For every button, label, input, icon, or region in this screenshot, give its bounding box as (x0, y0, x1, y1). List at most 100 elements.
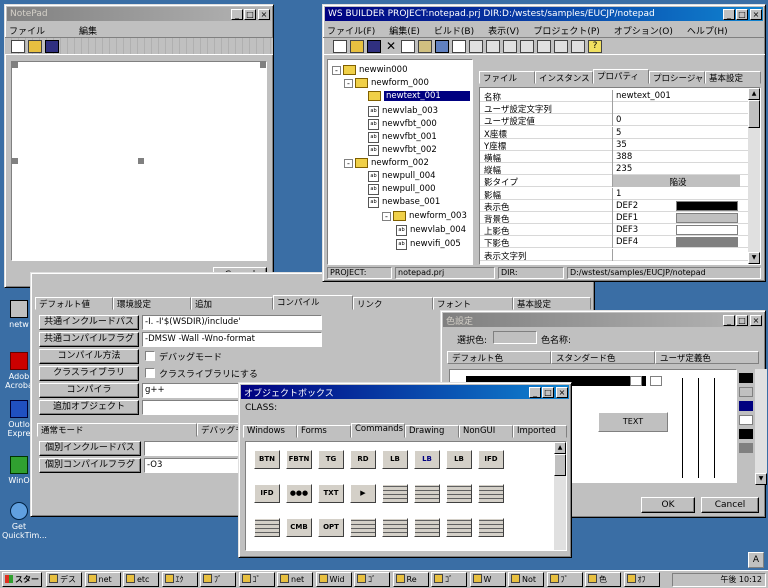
cut-icon[interactable]: ✕ (384, 40, 398, 53)
color-swatch[interactable] (676, 213, 738, 223)
search-icon[interactable] (486, 39, 500, 53)
property-value[interactable] (612, 102, 616, 115)
property-scrollbar[interactable]: ▲ ▼ (748, 88, 760, 264)
property-row[interactable]: 背景色 DEF1 (480, 212, 748, 225)
palette-button[interactable]: LB (414, 450, 440, 469)
tree-node[interactable]: - newform_000 (344, 77, 429, 89)
property-value[interactable]: 5 (612, 126, 621, 139)
palette-button[interactable] (478, 484, 504, 503)
menu-edit[interactable]: 編集(E) (389, 24, 420, 37)
palette-button[interactable] (446, 484, 472, 503)
swatch-white[interactable] (739, 415, 753, 425)
maximize-button[interactable]: □ (736, 8, 748, 20)
class-library-button[interactable]: クラスライブラリ (39, 366, 139, 381)
property-value[interactable] (612, 248, 616, 261)
property-row[interactable]: 名称 newtext_001 (480, 90, 748, 103)
scroll-up-icon[interactable]: ▲ (748, 88, 760, 100)
resize-handle[interactable] (12, 158, 18, 164)
local-flags-field[interactable]: -O3 (144, 458, 238, 473)
help-icon[interactable]: ? (588, 39, 602, 53)
open-icon[interactable] (350, 39, 364, 53)
maximize-button[interactable]: □ (542, 386, 554, 398)
property-value[interactable]: DEF1 (612, 212, 638, 224)
local-include-field[interactable] (144, 441, 238, 456)
minimize-button[interactable]: _ (529, 386, 541, 398)
sample-text-button[interactable]: TEXT (598, 412, 668, 432)
palette-button[interactable] (382, 484, 408, 503)
col-standard-colors[interactable]: スタンダード色 (551, 351, 655, 364)
palette-button[interactable]: LB (446, 450, 472, 469)
taskbar-item[interactable]: Wid (315, 572, 352, 587)
color-scrollbar[interactable]: ▼ (755, 369, 767, 485)
tab-defaults[interactable]: デフォルト値 (35, 297, 113, 310)
palette-button[interactable] (382, 518, 408, 537)
palette-button[interactable]: RD (350, 450, 376, 469)
taskbar-item[interactable]: 色 (585, 572, 621, 587)
palette-button[interactable] (350, 518, 376, 537)
property-value[interactable]: 陥没 (612, 175, 740, 188)
palette-button[interactable]: FBTN (286, 450, 312, 469)
compiler-field[interactable]: g++ (142, 383, 242, 398)
property-row[interactable]: 影幅 1 (480, 187, 748, 201)
tab-procedure[interactable]: プロシージャ (649, 71, 705, 84)
menu-file[interactable]: ファイル(F) (327, 24, 375, 37)
include-path-button[interactable]: 共通インクルードパス (39, 315, 139, 330)
tab-normal-mode[interactable]: 通常モード (37, 423, 197, 437)
compile-flags-field[interactable]: -DMSW -Wall -Wno-format (142, 332, 322, 347)
taskbar-item[interactable]: ｺﾞ (354, 572, 390, 587)
color-swatch[interactable] (676, 237, 738, 248)
open-icon[interactable] (28, 39, 42, 53)
menu-file[interactable]: ファイル (9, 24, 45, 37)
compile-flags-button[interactable]: 共通コンパイルフラグ (39, 332, 139, 347)
class-library-checkbox[interactable] (145, 368, 155, 378)
property-row[interactable]: 影タイプ 陥没 (480, 175, 748, 188)
tab-property[interactable]: プロパティ (593, 69, 649, 84)
extra-objects-button[interactable]: 追加オブジェクト (39, 400, 139, 415)
palette-button[interactable] (478, 518, 504, 537)
swatch-black[interactable] (739, 429, 753, 439)
property-row[interactable]: 表示文字列 (480, 248, 748, 262)
color-titlebar[interactable]: 色設定 _ □ × (443, 313, 763, 327)
new-icon[interactable] (333, 39, 347, 53)
tab-forms[interactable]: Forms (297, 425, 351, 438)
objbox-titlebar[interactable]: オブジェクトボックス _ □ × (241, 385, 569, 399)
tab-windows[interactable]: Windows (243, 425, 297, 438)
builder-titlebar[interactable]: WS BUILDER PROJECT:notepad.prj DIR:D:/ws… (325, 7, 763, 21)
property-row[interactable]: 横幅 388 (480, 151, 748, 164)
tree-node[interactable]: - newform_003 (382, 210, 467, 222)
palette-button[interactable]: CMB (286, 518, 312, 537)
property-value[interactable]: 0 (612, 114, 621, 127)
property-value[interactable]: 388 (612, 151, 632, 163)
col-default-colors[interactable]: デフォルト色 (447, 351, 551, 364)
palette-button[interactable] (414, 518, 440, 537)
tree-node[interactable]: ab newvfbt_002 (368, 144, 437, 156)
color-ok-button[interactable]: OK (641, 497, 695, 513)
tree-node[interactable]: - newform_002 (344, 157, 429, 169)
edit-icon[interactable] (503, 39, 517, 53)
minimize-button[interactable]: _ (723, 314, 735, 326)
taskbar-item[interactable]: ｴｸ (161, 572, 198, 587)
palette-button[interactable]: IFD (254, 484, 280, 503)
extra-objects-field[interactable] (142, 400, 242, 415)
taskbar-item[interactable]: デス (46, 572, 82, 587)
save-icon[interactable] (367, 39, 381, 53)
maximize-button[interactable]: □ (736, 314, 748, 326)
taskbar-item[interactable]: ｵﾌ (623, 572, 660, 587)
list-icon[interactable] (537, 39, 551, 53)
property-row[interactable]: Y座標 35 (480, 138, 748, 152)
debug-mode-checkbox[interactable] (145, 351, 155, 361)
property-value[interactable]: DEF2 (612, 199, 638, 212)
close-button[interactable]: × (750, 314, 762, 326)
palette-scrollbar[interactable]: ▲ (554, 442, 566, 550)
swatch-navy[interactable] (739, 401, 753, 411)
preview-icon[interactable] (571, 39, 585, 53)
tab-instance[interactable]: インスタンス (535, 71, 593, 84)
compiler-button[interactable]: コンパイラ (39, 383, 139, 398)
menu-edit[interactable]: 編集 (79, 24, 97, 37)
paste-icon[interactable] (418, 39, 432, 53)
taskbar-item[interactable]: net (277, 572, 313, 587)
palette-button[interactable]: ▶ (350, 484, 376, 503)
property-row[interactable]: 下影色 DEF4 (480, 236, 748, 249)
scroll-down-icon[interactable]: ▼ (755, 473, 767, 485)
palette-button[interactable]: TXT (318, 484, 344, 503)
